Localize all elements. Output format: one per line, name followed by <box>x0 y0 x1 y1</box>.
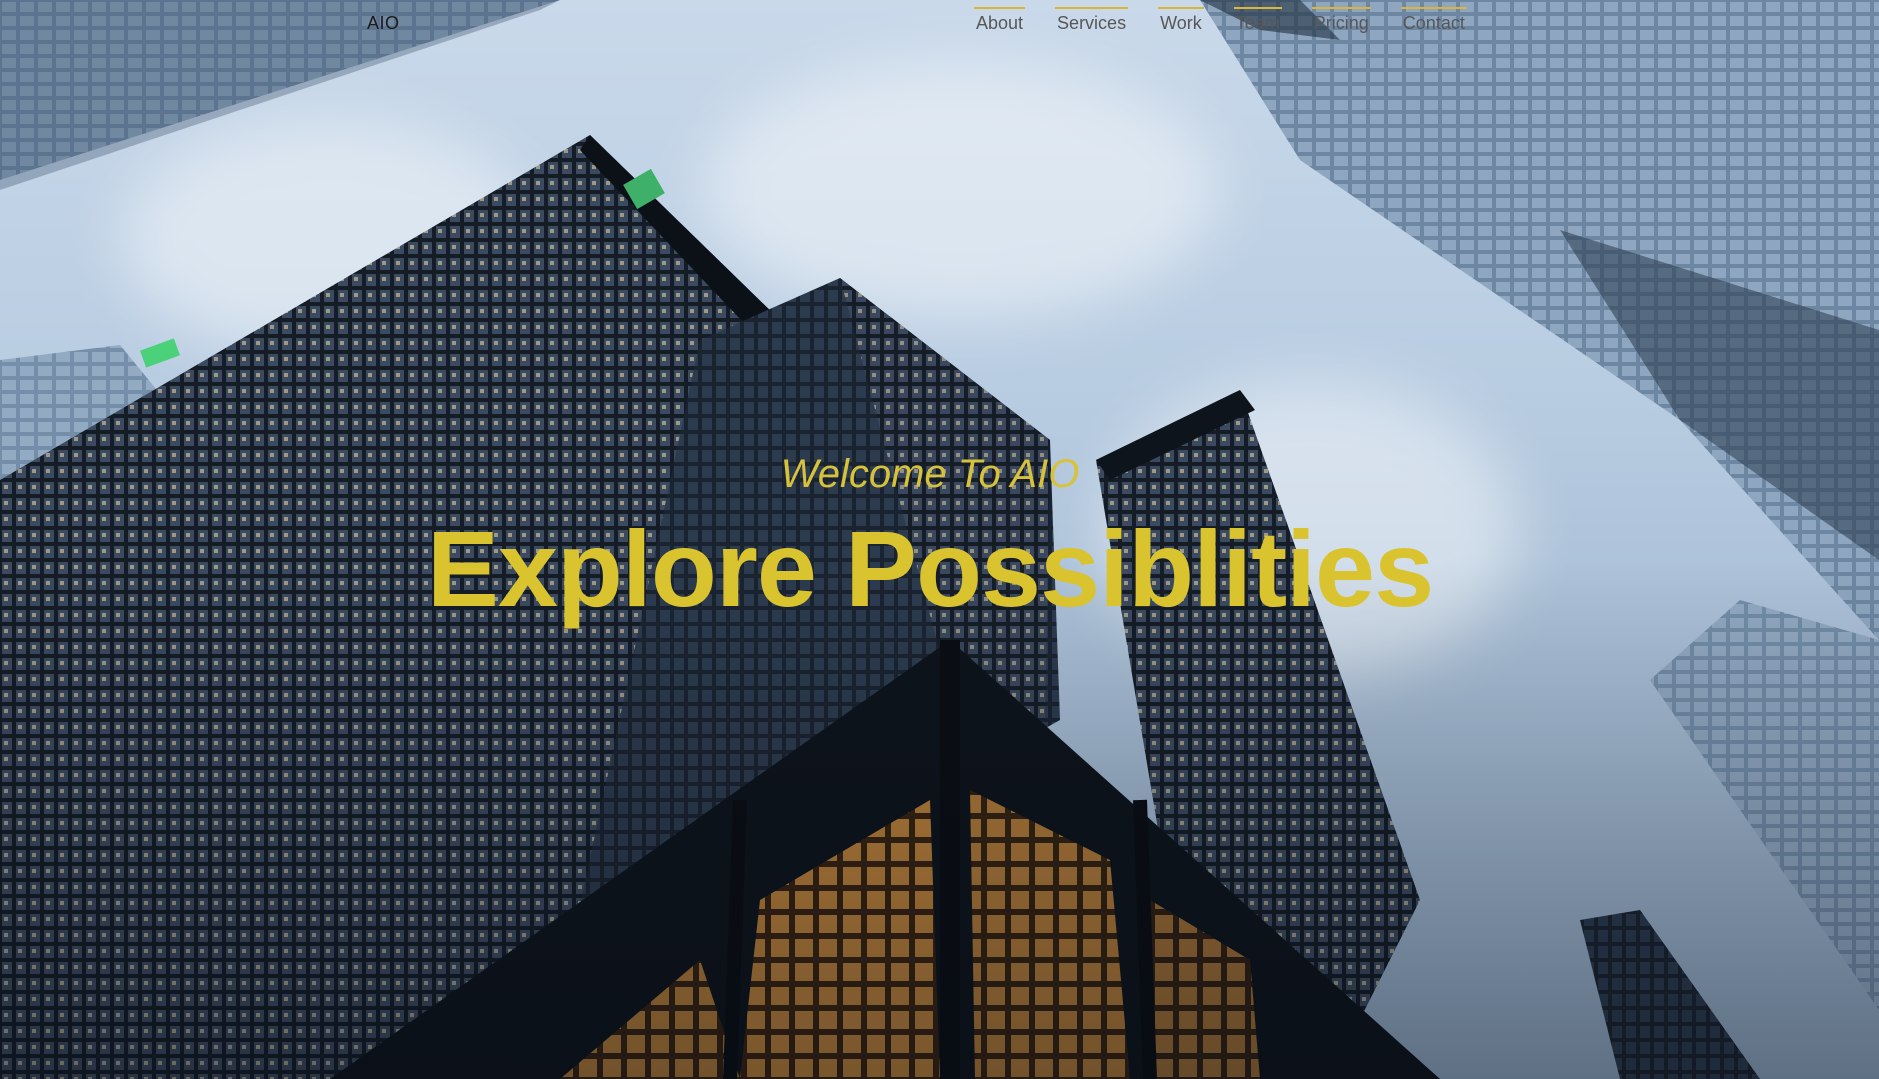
hero-title: Explore Possiblities <box>426 508 1434 629</box>
nav-item-contact[interactable]: Contact <box>1400 0 1467 34</box>
nav-item-team[interactable]: Team <box>1233 0 1282 34</box>
nav-item-about[interactable]: About <box>974 0 1026 34</box>
nav-item-work[interactable]: Work <box>1158 0 1204 34</box>
nav-item-services[interactable]: Services <box>1055 0 1129 34</box>
hero-subtitle: Welcome To AIO <box>780 452 1080 496</box>
nav-item-pricing[interactable]: Pricing <box>1311 0 1371 34</box>
nav-menu: About Services Work Team Pricing Contact <box>974 0 1467 34</box>
top-navigation: AIO About Services Work Team Pricing Con… <box>0 0 1879 48</box>
hero-section: AIO About Services Work Team Pricing Con… <box>0 0 1879 1079</box>
brand-logo-link[interactable]: AIO <box>367 13 400 34</box>
